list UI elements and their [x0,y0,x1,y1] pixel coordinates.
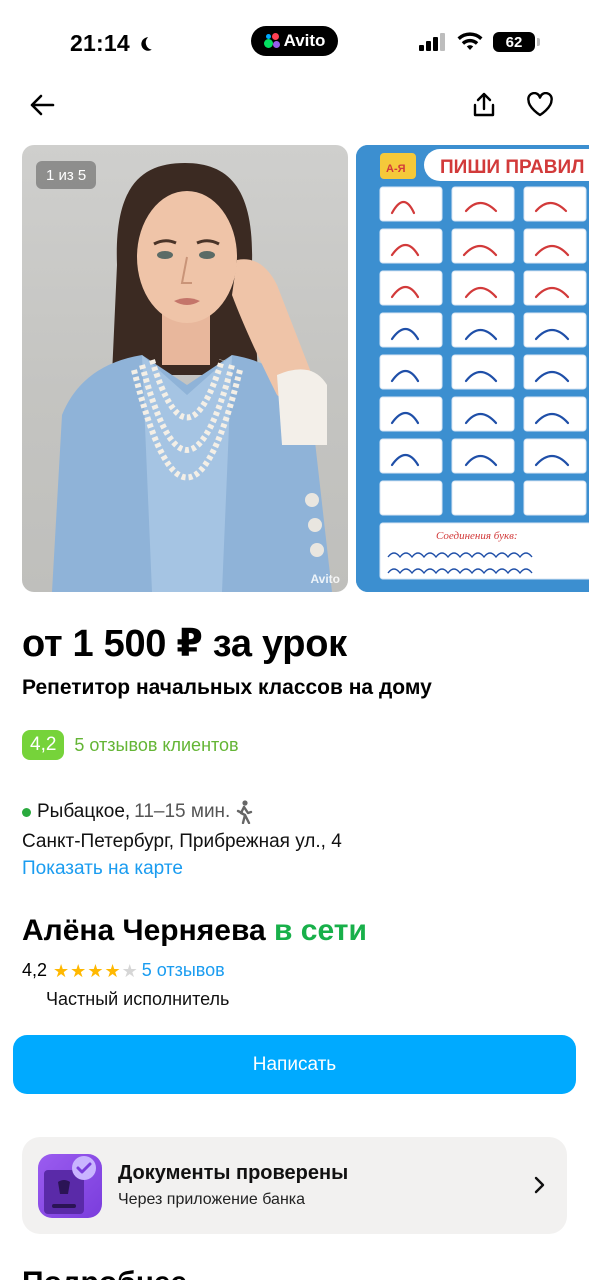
next-section-heading: Подробнее [22,1266,187,1280]
star-icon: ★ [87,960,104,981]
photo-counter: 1 из 5 [36,161,97,189]
walk-time: 11–15 мин. [134,801,231,822]
poster-title: ПИШИ ПРАВИЛ [440,157,584,178]
seller-stars: ★ ★ ★ ★ ★ [53,962,138,980]
chevron-right-icon [534,1176,545,1194]
listing-price: от 1 500 ₽ за урок [22,623,347,665]
docs-subtitle: Через приложение банка [118,1191,306,1208]
share-button[interactable] [464,85,504,125]
docs-title: Документы проверены [118,1162,349,1184]
listing-photo-second[interactable]: А-Я ПИШИ ПРАВИЛ Соединения букв: [356,145,589,592]
moon-icon [141,36,152,51]
seller-name-row[interactable]: Алёна Черняева в сети [22,914,367,948]
cellular-signal-icon [419,33,445,51]
status-indicators: 62 [419,32,540,52]
poster-logo: А-Я [386,163,406,175]
metro-info: Рыбацкое, 11–15 мин. [22,800,254,824]
avito-pill[interactable]: Avito [251,26,338,56]
metro-line-dot [22,807,31,817]
star-icon: ★ [121,960,138,981]
status-time: 21:14 [70,30,154,57]
arrow-left-icon [30,94,55,116]
show-on-map-link[interactable]: Показать на карте [22,858,183,880]
seller-rating-row[interactable]: 4,2 ★ ★ ★ ★ ★ 5 отзывов [22,960,225,981]
star-icon: ★ [70,960,87,981]
alphabet-poster-illustration: А-Я ПИШИ ПРАВИЛ Соединения букв: [356,145,589,592]
metro-station: Рыбацкое, [37,801,131,822]
address: Санкт-Петербург, Прибрежная ул., 4 [22,831,342,852]
status-bar: 21:14 Avito 62 [0,0,589,84]
listing-rating-row[interactable]: 4,2 5 отзывов клиентов [22,730,239,760]
favorite-button[interactable] [520,85,560,125]
back-button[interactable] [22,85,62,125]
heart-icon [527,92,553,117]
walking-person-icon [237,800,253,824]
listing-photo-main[interactable]: 1 из 5 Avito [22,145,348,592]
verified-document-icon [38,1154,102,1218]
client-reviews-link[interactable]: 5 отзывов клиентов [74,735,238,756]
photo-gallery[interactable]: 1 из 5 Avito А-Я ПИШИ ПРАВИЛ Соединения … [22,145,589,593]
documents-verified-card[interactable]: Документы проверены Через приложение бан… [22,1137,567,1234]
battery-indicator: 62 [493,32,540,52]
seller-name[interactable]: Алёна Черняева [22,914,266,947]
rating-badge: 4,2 [22,730,65,760]
write-message-button[interactable]: Написать [13,1035,576,1094]
online-status: в сети [274,914,367,947]
seller-reviews-link[interactable]: 5 отзывов [142,960,225,981]
poster-footer: Соединения букв: [436,530,518,542]
seller-rating-value: 4,2 [22,960,48,980]
seller-type: Частный исполнитель [46,989,230,1009]
listing-title: Репетитор начальных классов на дому [22,676,432,699]
star-icon: ★ [104,960,121,981]
avito-watermark: Avito [310,572,340,586]
avito-logo-icon [263,33,280,49]
share-icon [473,92,495,117]
time-text: 21:14 [70,30,130,56]
avito-pill-label: Avito [283,31,326,50]
battery-level: 62 [505,33,523,51]
portrait-illustration [52,163,332,592]
star-icon: ★ [53,960,70,981]
wifi-icon [457,32,483,50]
